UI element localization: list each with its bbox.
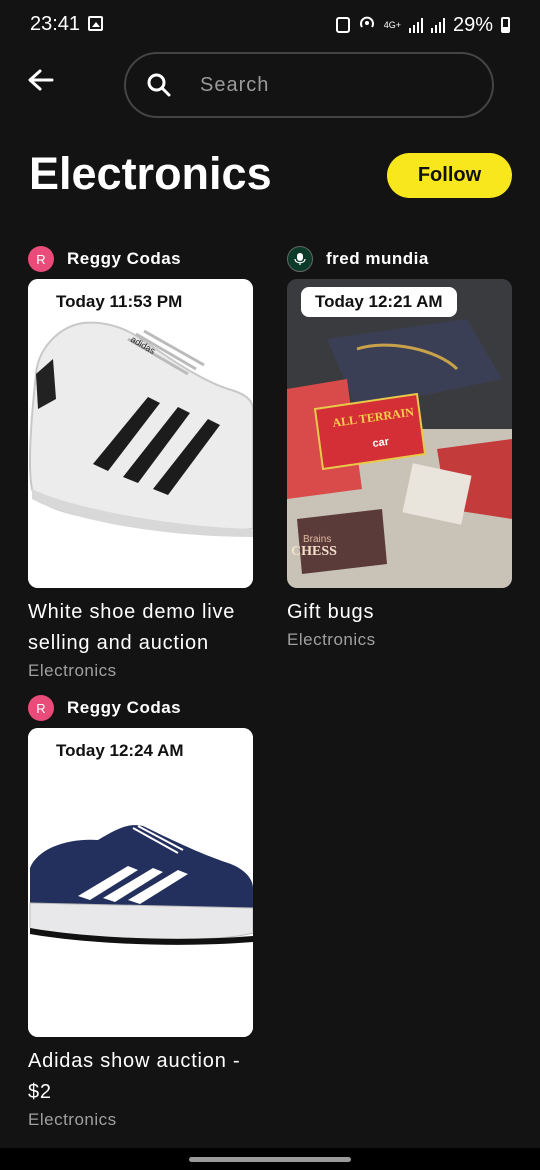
- white-sneaker-image: adidas: [28, 279, 253, 588]
- listing-card[interactable]: R Reggy Codas Today 12:24 AM Adidas show…: [28, 693, 253, 1130]
- gift-items-image: ALL TERRAIN car Brains CHESS: [287, 279, 512, 588]
- listing-card[interactable]: fred mundia ALL TERRAIN car Brains CHESS…: [287, 244, 512, 650]
- navigation-bar: [0, 1148, 540, 1170]
- listing-thumbnail[interactable]: adidas Today 11:53 PM: [28, 279, 253, 588]
- search-bar[interactable]: [124, 52, 494, 118]
- listing-title[interactable]: White shoe demo live selling and auction: [28, 597, 258, 659]
- network-type: 4G+: [383, 19, 401, 30]
- listing-category: Electronics: [28, 1110, 117, 1129]
- home-indicator[interactable]: [189, 1157, 351, 1162]
- signal-icon-2: [430, 17, 445, 33]
- back-arrow-icon[interactable]: [26, 66, 56, 96]
- page-title: Electronics: [29, 148, 272, 199]
- listing-card[interactable]: R Reggy Codas adidas Today 11:53 PM Whit…: [28, 244, 253, 681]
- listing-time-badge: Today 11:53 PM: [42, 287, 197, 317]
- gift-box-subtext: car: [372, 436, 391, 450]
- search-input[interactable]: [198, 72, 452, 98]
- seller-name: Reggy Codas: [67, 698, 182, 717]
- seller-row[interactable]: R Reggy Codas: [28, 244, 253, 274]
- avatar: [287, 246, 313, 272]
- status-time: 23:41: [30, 13, 81, 35]
- status-right: 4G+ 29%: [335, 13, 510, 37]
- battery-icon: [501, 17, 510, 33]
- battery-percent: 29%: [452, 13, 493, 36]
- listing-title[interactable]: Adidas show auction - $2: [28, 1046, 258, 1108]
- listing-thumbnail[interactable]: Today 12:24 AM: [28, 728, 253, 1037]
- navy-sneaker-image: [28, 728, 253, 1037]
- seller-row[interactable]: R Reggy Codas: [28, 693, 253, 723]
- seller-row[interactable]: fred mundia: [287, 244, 512, 274]
- signal-icon: [408, 17, 423, 33]
- listing-title[interactable]: Gift bugs: [287, 597, 517, 628]
- listing-thumbnail[interactable]: ALL TERRAIN car Brains CHESS Today 12:21…: [287, 279, 512, 588]
- status-bar: 23:41 4G+ 29%: [0, 0, 540, 50]
- avatar: R: [28, 246, 54, 272]
- listing-category: Electronics: [287, 630, 376, 649]
- avatar: R: [28, 695, 54, 721]
- listing-category: Electronics: [28, 661, 117, 680]
- chess-box-title: CHESS: [291, 544, 337, 559]
- battery-saver-icon: [335, 17, 350, 33]
- follow-button[interactable]: Follow: [387, 153, 512, 198]
- gallery-notification-icon: [88, 16, 103, 31]
- hotspot-icon: [358, 13, 376, 37]
- listing-time-badge: Today 12:21 AM: [301, 287, 457, 317]
- seller-name: Reggy Codas: [67, 249, 182, 268]
- seller-name: fred mundia: [326, 249, 429, 268]
- search-icon: [147, 73, 171, 97]
- listing-time-badge: Today 12:24 AM: [42, 736, 198, 766]
